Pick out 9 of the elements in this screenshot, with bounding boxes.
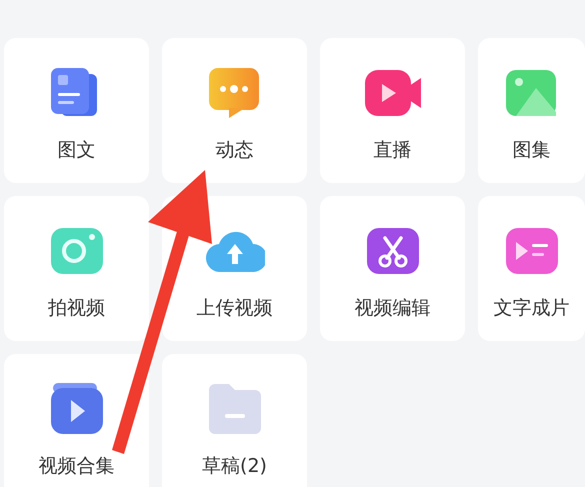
tool-tile[interactable]: 图集	[478, 38, 585, 183]
tool-tile[interactable]: 视频编辑	[320, 196, 465, 341]
tool-tile[interactable]: 直播	[320, 38, 465, 183]
tool-tile[interactable]: 视频合集	[4, 354, 149, 487]
tool-tile[interactable]: 文字成片	[478, 196, 585, 341]
tool-tile[interactable]: 拍视频	[4, 196, 149, 341]
tool-tile[interactable]: 图文	[4, 38, 149, 183]
tool-tile[interactable]: 动态	[162, 38, 307, 183]
tool-tile[interactable]: 草稿(2)	[162, 354, 307, 487]
